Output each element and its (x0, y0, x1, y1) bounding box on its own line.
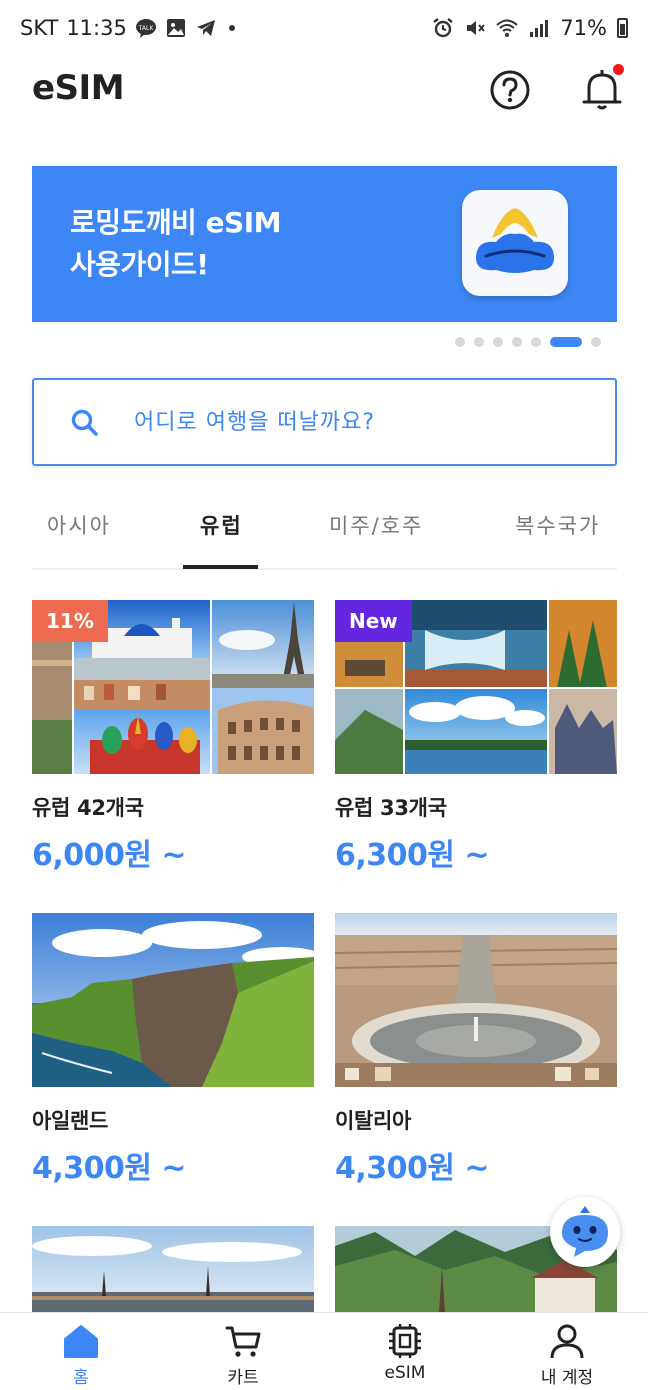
pagination-dot[interactable] (493, 337, 503, 347)
kakaotalk-icon: TALK (135, 19, 156, 38)
product-price: 6,300원 ~ (335, 838, 490, 873)
pagination-dot[interactable] (474, 337, 484, 347)
page-title: eSIM (32, 68, 125, 108)
nav-home-label: 홈 (73, 1368, 89, 1388)
nav-home[interactable]: 홈 (0, 1313, 162, 1390)
product-title: 유럽 42개국 (32, 796, 144, 820)
product-price: 6,000원 ~ (32, 838, 187, 873)
svg-text:TALK: TALK (138, 25, 155, 32)
product-image: 11% (32, 600, 314, 774)
clock: 11:35 (66, 16, 127, 40)
home-icon (64, 1325, 98, 1358)
wifi-icon (496, 19, 518, 37)
nav-esim-label: eSIM (384, 1363, 426, 1383)
cart-icon (225, 1326, 261, 1357)
status-bar-right: 71% (432, 16, 628, 40)
product-price: 4,300원 ~ (32, 1151, 187, 1186)
nav-cart-label: 카트 (227, 1368, 259, 1388)
notifications-button[interactable] (578, 64, 626, 114)
chip-icon (389, 1324, 421, 1358)
search-box[interactable] (32, 378, 617, 466)
product-image: New (335, 600, 617, 774)
tab-americas-oceania[interactable]: 미주/호주 (329, 510, 423, 540)
pagination-dot[interactable] (455, 337, 465, 347)
notification-dot (613, 64, 624, 75)
search-icon (71, 409, 98, 436)
telegram-icon (196, 20, 215, 36)
pagination-dot[interactable] (531, 337, 541, 347)
region-tabs: 아시아 유럽 미주/호주 복수국가 (32, 494, 617, 570)
search-input[interactable] (134, 402, 584, 442)
banner-pagination[interactable] (455, 337, 601, 347)
alarm-icon (433, 18, 454, 38)
tab-asia[interactable]: 아시아 (47, 510, 111, 540)
bottom-navigation: 홈 카트 eSIM 내 계정 (0, 1312, 648, 1390)
new-badge: New (335, 600, 412, 642)
status-bar: SKT 11:35 TALK 71% (0, 0, 648, 58)
product-title: 유럽 33개국 (335, 796, 447, 820)
vatican-square-image (335, 913, 617, 1087)
chatbot-button[interactable] (550, 1197, 620, 1267)
banner-line-1: 로밍도깨비 eSIM (70, 206, 282, 239)
nav-account[interactable]: 내 계정 (486, 1313, 648, 1390)
ireland-cliffs-image (32, 913, 314, 1087)
help-button[interactable] (488, 68, 532, 112)
mute-icon (467, 21, 486, 35)
product-card-europe-33[interactable]: New 유럽 33개국 6,300원 ~ (335, 600, 617, 874)
nav-cart[interactable]: 카트 (162, 1313, 324, 1390)
pagination-dot[interactable] (591, 337, 601, 347)
product-card-ireland[interactable]: 아일랜드 4,300원 ~ (32, 913, 314, 1187)
banner-mascot-tile (462, 190, 568, 296)
question-circle-icon (490, 70, 530, 110)
promo-banner[interactable]: 로밍도깨비 eSIM 사용가이드! (32, 166, 617, 322)
product-image (32, 913, 314, 1087)
nav-account-label: 내 계정 (540, 1368, 594, 1388)
carrier: SKT (20, 16, 59, 40)
battery-percent: 71% (560, 16, 607, 40)
gallery-icon (166, 19, 185, 37)
product-card-partial-left[interactable] (32, 1226, 314, 1312)
product-title: 아일랜드 (32, 1109, 109, 1133)
tab-europe[interactable]: 유럽 (200, 510, 243, 540)
tab-multi-country[interactable]: 복수국가 (515, 510, 600, 540)
pagination-dot[interactable] (512, 337, 522, 347)
user-icon (550, 1324, 584, 1359)
app-header: eSIM (0, 58, 648, 128)
discount-badge: 11% (32, 600, 108, 642)
product-price: 4,300원 ~ (335, 1151, 490, 1186)
screen: SKT 11:35 TALK 71% eSIM 로밍도깨비 eSIM 사용가이드… (0, 0, 648, 1390)
nav-esim[interactable]: eSIM (324, 1313, 486, 1390)
chatbot-mascot-icon (562, 1206, 608, 1257)
stockholm-city-image (32, 1226, 314, 1312)
more-notifications-dot (228, 25, 235, 31)
signal-icon (530, 20, 549, 37)
product-title: 이탈리아 (335, 1109, 412, 1133)
status-bar-left: SKT 11:35 TALK (20, 16, 235, 40)
banner-text: 로밍도깨비 eSIM 사용가이드! (70, 202, 282, 286)
product-card-europe-42[interactable]: 11% 유럽 42개국 6,000원 ~ (32, 600, 314, 874)
product-card-italy[interactable]: 이탈리아 4,300원 ~ (335, 913, 617, 1187)
battery-icon (617, 18, 628, 38)
product-image (335, 913, 617, 1087)
dokkaebi-mascot-icon (476, 208, 554, 273)
banner-line-2: 사용가이드! (70, 248, 209, 281)
active-tab-indicator (183, 565, 258, 569)
pagination-dot-active[interactable] (550, 337, 582, 347)
